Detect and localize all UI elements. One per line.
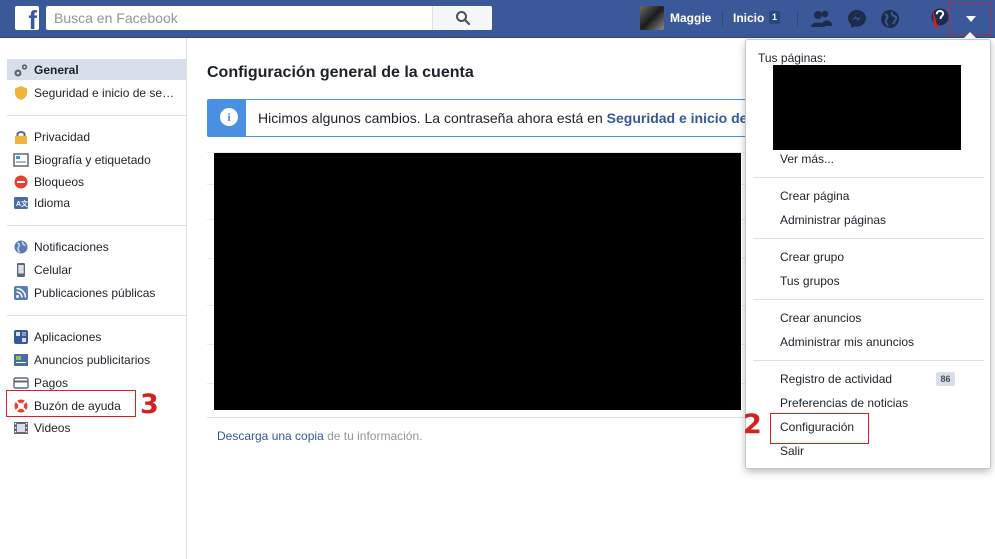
mobile-icon xyxy=(17,262,25,277)
dropdown-caret-icon xyxy=(966,16,976,22)
menu-item-news-feed-preferences[interactable]: Preferencias de noticias xyxy=(780,396,908,410)
sidebar-item-label: General xyxy=(34,62,79,77)
search-box xyxy=(46,6,492,30)
sidebar-item-language[interactable]: A文 Idioma xyxy=(7,192,186,213)
search-input[interactable] xyxy=(46,6,446,30)
content-divider xyxy=(207,417,747,418)
sidebar-item-label: Pagos xyxy=(34,375,69,390)
sidebar-item-label: Privacidad xyxy=(34,129,91,144)
redacted-pages-list xyxy=(773,65,961,150)
sidebar-item-label: Aplicaciones xyxy=(34,329,102,344)
facebook-logo-icon[interactable]: f xyxy=(15,6,39,30)
download-suffix: de tu información. xyxy=(323,429,423,443)
settings-sidebar: General Seguridad e inicio de sesión Pri… xyxy=(0,38,187,559)
home-notification-badge: 1 xyxy=(769,11,780,24)
svg-text:A文: A文 xyxy=(16,199,29,208)
menu-divider xyxy=(753,299,984,300)
avatar xyxy=(640,6,664,30)
sidebar-item-label: Idioma xyxy=(34,195,71,210)
menu-item-log-out[interactable]: Salir xyxy=(780,444,804,458)
annotation-highlight-box xyxy=(6,390,136,417)
profile-link[interactable]: Maggie xyxy=(640,6,711,30)
sidebar-divider xyxy=(7,115,186,116)
help-icon[interactable] xyxy=(930,7,950,29)
notice-message: Hicimos algunos cambios. La contraseña a… xyxy=(258,110,607,126)
menu-divider xyxy=(753,238,984,239)
account-menu-button[interactable] xyxy=(949,3,991,35)
sidebar-item-label: Notificaciones xyxy=(34,239,109,254)
block-icon xyxy=(14,175,28,188)
info-icon: i xyxy=(220,108,238,126)
rss-icon xyxy=(14,285,28,300)
notice-text: Hicimos algunos cambios. La contraseña a… xyxy=(258,110,746,126)
menu-item-create-ads[interactable]: Crear anuncios xyxy=(780,311,861,325)
gear-icon xyxy=(14,63,28,76)
film-icon xyxy=(14,421,28,434)
your-pages-label: Tus páginas: xyxy=(758,51,827,65)
redacted-settings-area xyxy=(214,153,741,410)
sidebar-item-label: Publicaciones públicas xyxy=(34,285,156,300)
nav-divider xyxy=(797,12,798,26)
language-icon: A文 xyxy=(14,196,29,209)
sidebar-item-label: Seguridad e inicio de sesión xyxy=(34,85,176,100)
messenger-icon[interactable] xyxy=(846,8,868,30)
credit-card-icon xyxy=(13,376,29,389)
globe-icon xyxy=(14,240,28,253)
notice-icon-box: i xyxy=(208,100,246,136)
page-title: Configuración general de la cuenta xyxy=(207,64,474,81)
profile-name: Maggie xyxy=(670,11,712,25)
sidebar-item-apps[interactable]: Aplicaciones xyxy=(7,326,186,347)
menu-item-see-more[interactable]: Ver más... xyxy=(780,152,834,166)
ads-icon xyxy=(14,353,28,366)
sidebar-item-label: Biografía y etiquetado xyxy=(34,152,151,167)
timeline-icon xyxy=(13,152,29,167)
logo-letter: f xyxy=(28,6,37,30)
sidebar-item-notifications[interactable]: Notificaciones xyxy=(7,236,186,257)
sidebar-item-general[interactable]: General xyxy=(7,59,186,80)
activity-count-badge: 86 xyxy=(936,372,955,386)
menu-divider xyxy=(753,177,984,178)
menu-divider xyxy=(753,360,984,361)
annotation-step-number: 2 xyxy=(743,409,762,440)
notice-banner: i Hicimos algunos cambios. La contraseña… xyxy=(207,99,747,137)
copy-link[interactable]: una copia xyxy=(272,429,324,443)
sidebar-item-videos[interactable]: Videos xyxy=(7,417,186,438)
shield-icon xyxy=(15,85,27,100)
nav-divider xyxy=(722,12,723,26)
annotation-step-number: 3 xyxy=(140,389,159,420)
sidebar-divider xyxy=(7,225,186,226)
notice-security-link[interactable]: Seguridad e inicio de xyxy=(607,110,746,126)
sidebar-item-public-posts[interactable]: Publicaciones públicas xyxy=(7,282,186,303)
sidebar-item-blocking[interactable]: Bloqueos xyxy=(7,171,186,192)
search-button[interactable] xyxy=(432,6,492,30)
account-dropdown-menu: Tus páginas: Ver más... Crear página Adm… xyxy=(745,39,991,469)
menu-item-activity-log[interactable]: Registro de actividad xyxy=(780,372,892,386)
menu-item-your-groups[interactable]: Tus grupos xyxy=(780,274,840,288)
sidebar-item-label: Celular xyxy=(34,262,73,277)
sidebar-item-label: Anuncios publicitarios xyxy=(34,352,151,367)
sidebar-item-timeline[interactable]: Biografía y etiquetado xyxy=(7,149,186,170)
sidebar-item-label: Videos xyxy=(34,420,71,435)
friend-requests-icon[interactable] xyxy=(810,8,832,30)
sidebar-item-ads[interactable]: Anuncios publicitarios xyxy=(7,349,186,370)
sidebar-divider xyxy=(7,315,186,316)
dropdown-pointer xyxy=(963,32,977,39)
lock-icon xyxy=(15,130,27,144)
download-link[interactable]: Descarga xyxy=(217,429,272,443)
search-icon xyxy=(456,11,471,26)
menu-item-manage-pages[interactable]: Administrar páginas xyxy=(780,213,886,227)
sidebar-item-security[interactable]: Seguridad e inicio de sesión xyxy=(7,82,186,103)
notifications-globe-icon[interactable] xyxy=(879,8,901,30)
menu-item-create-group[interactable]: Crear grupo xyxy=(780,250,844,264)
home-link[interactable]: Inicio xyxy=(733,11,764,25)
sidebar-item-privacy[interactable]: Privacidad xyxy=(7,126,186,147)
sidebar-item-mobile[interactable]: Celular xyxy=(7,259,186,280)
menu-item-manage-ads[interactable]: Administrar mis anuncios xyxy=(780,335,914,349)
annotation-highlight-box xyxy=(770,413,869,444)
menu-item-create-page[interactable]: Crear página xyxy=(780,189,849,203)
sidebar-item-label: Bloqueos xyxy=(34,174,85,189)
download-copy-text: Descarga una copia de tu información. xyxy=(217,429,422,443)
apps-icon xyxy=(14,329,28,344)
top-navigation-bar: f Maggie Inicio 1 xyxy=(0,0,995,38)
